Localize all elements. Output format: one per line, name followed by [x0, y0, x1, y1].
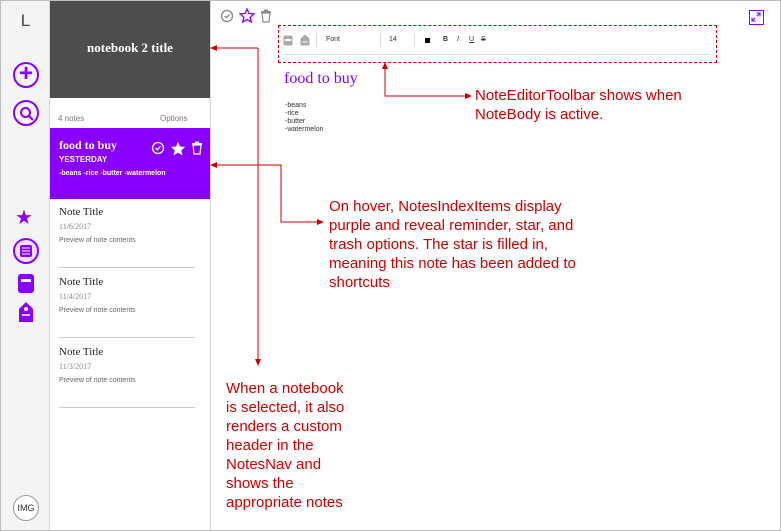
- annotation-hover: On hover, NotesIndexItems display purple…: [329, 198, 576, 291]
- annotation-toolbar: NoteEditorToolbar shows when NoteBody is…: [475, 87, 682, 123]
- annotation-notebook: When a notebook is selected, it also ren…: [226, 380, 345, 511]
